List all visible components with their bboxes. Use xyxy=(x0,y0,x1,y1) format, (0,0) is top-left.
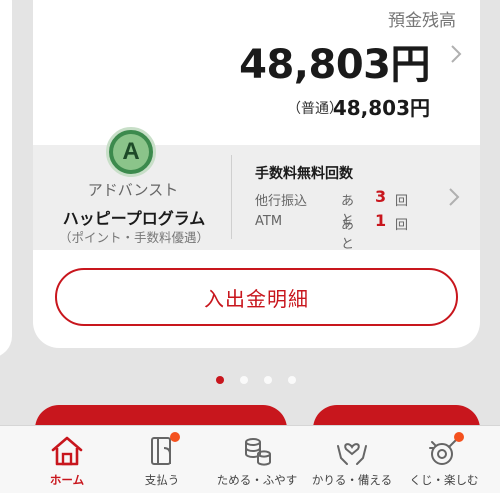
fee-row-unit: 回 xyxy=(395,218,409,233)
fee-row-count: 1 xyxy=(375,211,387,230)
free-fee-title: 手数料無料回数 xyxy=(255,166,353,182)
home-icon xyxy=(51,436,83,466)
program-name: ハッピープログラム xyxy=(62,209,206,228)
fee-row-remaining-label: あと xyxy=(341,218,355,252)
tab-lottery-fun[interactable]: くじ・楽しむ xyxy=(398,426,490,493)
fee-row-unit: 回 xyxy=(395,194,409,209)
pager-dot-active[interactable] xyxy=(216,376,224,384)
tab-home[interactable]: ホーム xyxy=(21,426,113,493)
pager-dot[interactable] xyxy=(264,376,272,384)
bottom-tab-bar: ホーム 支払う ためる・ふやす かりる・備える くじ・楽しむ xyxy=(0,425,500,493)
carousel-pager xyxy=(216,376,296,384)
account-card: 預金残高 48,803円 （普通） 48,803円 A アドバンスト ハッピープ… xyxy=(33,0,480,348)
fee-row-count: 3 xyxy=(375,187,387,206)
rank-label: アドバンスト xyxy=(87,181,179,199)
notification-dot xyxy=(454,432,464,442)
coins-icon xyxy=(245,438,271,466)
account-amount: 48,803円 xyxy=(332,96,430,120)
tab-pay[interactable]: 支払う xyxy=(116,426,208,493)
previous-card-peek[interactable] xyxy=(0,0,12,358)
balance-amount[interactable]: 48,803円 xyxy=(239,32,430,90)
rank-badge-icon: A xyxy=(106,127,156,177)
chevron-right-icon[interactable] xyxy=(448,185,460,209)
tab-label: くじ・楽しむ xyxy=(409,473,479,487)
program-subtitle: （ポイント・手数料優遇） xyxy=(58,230,209,245)
pager-dot[interactable] xyxy=(240,376,248,384)
tab-save-invest[interactable]: ためる・ふやす xyxy=(211,426,303,493)
happy-program-section[interactable]: A アドバンスト ハッピープログラム （ポイント・手数料優遇） 手数料無料回数 … xyxy=(33,127,480,252)
fee-row-label: ATM xyxy=(255,214,283,229)
transaction-history-button[interactable]: 入出金明細 xyxy=(55,268,458,326)
balance-label: 預金残高 xyxy=(388,11,456,31)
chevron-right-icon[interactable] xyxy=(450,42,462,66)
notification-dot xyxy=(170,432,180,442)
section-divider xyxy=(231,155,232,239)
pager-dot[interactable] xyxy=(288,376,296,384)
hands-heart-icon xyxy=(337,443,367,465)
fee-row-label: 他行振込 xyxy=(255,194,308,209)
